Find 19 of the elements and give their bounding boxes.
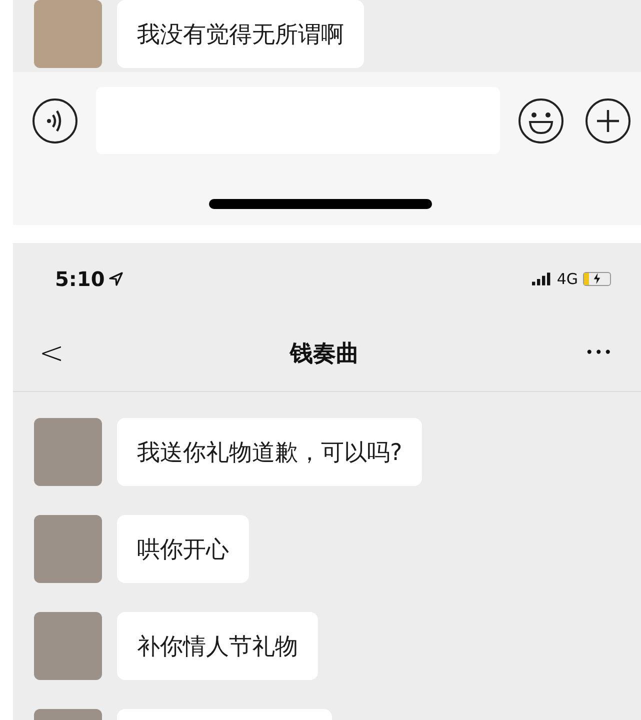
back-button[interactable]: < bbox=[39, 336, 64, 370]
plus-icon[interactable] bbox=[585, 98, 631, 144]
message-bubble: 补你情人节礼物 bbox=[117, 612, 318, 680]
emoji-icon[interactable] bbox=[518, 98, 564, 144]
avatar-photo-placeholder bbox=[34, 0, 102, 68]
battery-icon bbox=[583, 272, 611, 286]
message-bubble: 我没有觉得无所谓啊 bbox=[117, 0, 364, 68]
more-button[interactable]: ••• bbox=[585, 345, 613, 361]
voice-icon[interactable] bbox=[32, 98, 78, 144]
chat-title: 钱奏曲 bbox=[290, 340, 360, 368]
status-time: 5:10 bbox=[55, 267, 105, 291]
message-bubble: 哄你开心 bbox=[117, 515, 249, 583]
avatar-photo-placeholder bbox=[34, 418, 102, 486]
location-arrow-icon bbox=[108, 272, 123, 286]
signal-icon bbox=[532, 272, 552, 286]
message-bubble: 我送你礼物道歉，可以吗? bbox=[117, 418, 422, 486]
network-label: 4G bbox=[556, 270, 578, 288]
avatar-photo-placeholder bbox=[34, 515, 102, 583]
avatar-photo-placeholder bbox=[34, 612, 102, 680]
